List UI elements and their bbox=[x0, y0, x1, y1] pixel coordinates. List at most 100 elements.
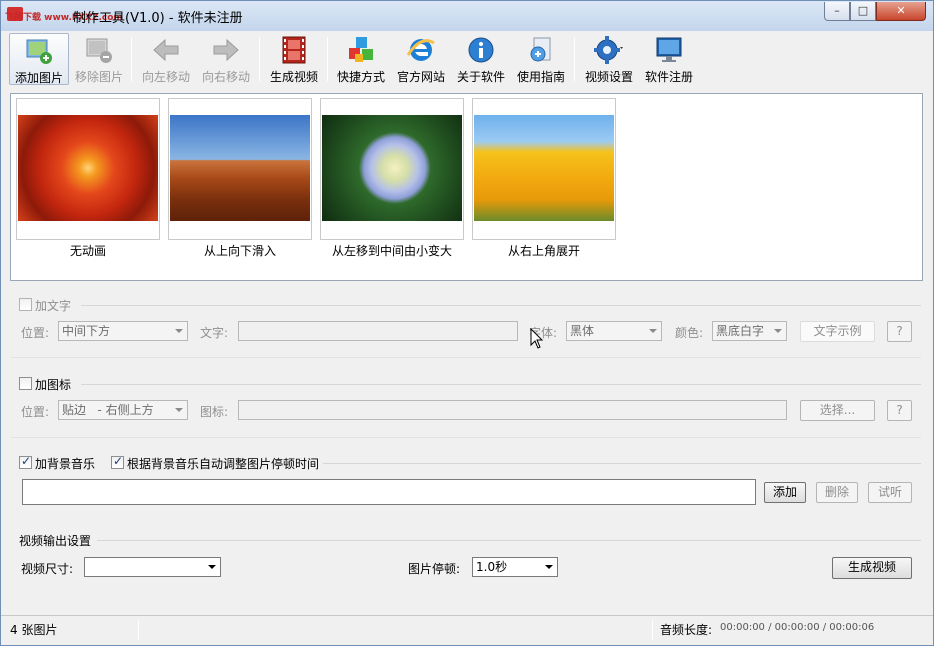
font-value: 黑体 bbox=[570, 324, 595, 338]
image-count-status: 4 张图片 bbox=[10, 623, 58, 637]
register-button[interactable]: 软件注册 bbox=[641, 33, 697, 85]
about-button[interactable]: 关于软件 bbox=[453, 33, 509, 85]
generate-video-button[interactable]: 生成视频 bbox=[265, 33, 323, 85]
image-pause-label: 图片停顿: bbox=[408, 562, 461, 576]
hydrangea-image bbox=[322, 115, 462, 221]
auto-adjust-checkbox[interactable] bbox=[111, 454, 124, 469]
minimize-button[interactable]: – bbox=[824, 2, 850, 21]
title-bar[interactable]: 飞翔下载 www.FXXZ.com 制作工具(V1.0) - 软件未注册 – □… bbox=[1, 1, 933, 31]
generate-video-label: 生成视频 bbox=[269, 70, 318, 84]
guide-label: 使用指南 bbox=[516, 70, 565, 84]
remove-image-button[interactable]: 移除图片 bbox=[71, 33, 127, 85]
window-title: 制作工具(V1.0) - 软件未注册 bbox=[73, 11, 243, 26]
chevron-down-icon bbox=[175, 329, 183, 333]
remove-image-icon bbox=[84, 35, 114, 65]
desert-image bbox=[170, 115, 310, 221]
text-content-input[interactable] bbox=[238, 321, 518, 341]
guide-button[interactable]: 使用指南 bbox=[513, 33, 569, 85]
group-divider bbox=[97, 540, 921, 541]
auto-adjust-label: 根据背景音乐自动调整图片停顿时间 bbox=[127, 457, 320, 471]
close-button[interactable]: ✕ bbox=[876, 2, 926, 21]
icon-position-label: 位置: bbox=[21, 405, 50, 419]
text-sample-button[interactable]: 文字示例 bbox=[800, 321, 875, 342]
thumbnail-card[interactable] bbox=[168, 98, 312, 240]
thumbnail-card[interactable] bbox=[320, 98, 464, 240]
cubes-icon bbox=[346, 35, 376, 65]
text-position-label: 位置: bbox=[21, 326, 50, 340]
shortcut-button[interactable]: 快捷方式 bbox=[333, 33, 389, 85]
register-label: 软件注册 bbox=[644, 70, 693, 84]
icon-position-select[interactable]: 贴边 - 右侧上方 bbox=[58, 400, 188, 420]
generate-video-bottom-button[interactable]: 生成视频 bbox=[832, 557, 912, 579]
text-content-label: 文字: bbox=[200, 326, 229, 340]
website-label: 官方网站 bbox=[396, 70, 445, 84]
music-path-input[interactable] bbox=[22, 479, 756, 505]
add-image-label: 添加图片 bbox=[14, 71, 63, 85]
chevron-down-icon bbox=[774, 329, 782, 333]
text-position-value: 中间下方 bbox=[62, 324, 111, 338]
image-gallery[interactable]: 无动画 从上向下滑入 从左移到中间由小变大 从右上角展开 bbox=[10, 93, 923, 281]
group-divider bbox=[323, 463, 921, 464]
thumbnail-caption: 从左移到中间由小变大 bbox=[331, 244, 452, 258]
section-divider bbox=[11, 437, 921, 438]
image-pause-select[interactable]: 1.0秒 bbox=[472, 557, 558, 577]
guide-icon bbox=[526, 35, 556, 65]
icon-file-label: 图标: bbox=[200, 405, 229, 419]
add-music-button[interactable]: 添加 bbox=[764, 482, 806, 503]
font-select[interactable]: 黑体 bbox=[566, 321, 662, 341]
thumbnail-card[interactable] bbox=[472, 98, 616, 240]
film-icon bbox=[279, 35, 309, 65]
text-help-button[interactable]: ? bbox=[887, 321, 912, 342]
chrysanthemum-image bbox=[18, 115, 158, 221]
video-size-select[interactable] bbox=[84, 557, 221, 577]
about-label: 关于软件 bbox=[456, 70, 505, 84]
add-icon-checkbox[interactable] bbox=[19, 377, 32, 390]
add-icon-label: 加图标 bbox=[35, 378, 72, 392]
add-text-checkbox[interactable] bbox=[19, 298, 32, 311]
image-pause-value: 1.0秒 bbox=[476, 560, 508, 574]
ie-icon bbox=[406, 35, 436, 65]
add-image-icon bbox=[24, 36, 54, 66]
text-position-select[interactable]: 中间下方 bbox=[58, 321, 188, 341]
status-bar: 4 张图片 音频长度: 00:00:00 / 00:00:00 / 00:00:… bbox=[1, 615, 933, 645]
chevron-down-icon bbox=[175, 408, 183, 412]
thumbnail-caption: 从上向下滑入 bbox=[203, 244, 276, 258]
video-settings-label: 视频设置 bbox=[584, 70, 633, 84]
output-settings-heading: 视频输出设置 bbox=[19, 534, 92, 548]
shortcut-label: 快捷方式 bbox=[336, 70, 385, 84]
status-separator bbox=[652, 620, 653, 640]
toolbar-separator bbox=[574, 37, 575, 81]
icon-help-button[interactable]: ? bbox=[887, 400, 912, 421]
maximize-button[interactable]: □ bbox=[850, 2, 876, 21]
gear-icon bbox=[594, 35, 624, 65]
audio-length-label: 音频长度: bbox=[660, 623, 713, 637]
icon-file-input[interactable] bbox=[238, 400, 787, 420]
move-left-button[interactable]: 向左移动 bbox=[137, 33, 195, 85]
color-select[interactable]: 黑底白字 bbox=[712, 321, 787, 341]
group-divider bbox=[81, 384, 921, 385]
chevron-down-icon bbox=[545, 565, 553, 569]
delete-music-button[interactable]: 删除 bbox=[816, 482, 858, 503]
preview-music-button[interactable]: 试听 bbox=[868, 482, 912, 503]
thumbnail-caption: 无动画 bbox=[69, 244, 106, 258]
chevron-down-icon bbox=[208, 565, 216, 569]
remove-image-label: 移除图片 bbox=[74, 70, 123, 84]
main-window: 飞翔下载 www.FXXZ.com 制作工具(V1.0) - 软件未注册 – □… bbox=[0, 0, 934, 646]
add-image-button[interactable]: 添加图片 bbox=[9, 33, 69, 85]
thumbnail-card[interactable] bbox=[16, 98, 160, 240]
toolbar-separator bbox=[259, 37, 260, 81]
add-music-checkbox[interactable] bbox=[19, 454, 32, 469]
website-button[interactable]: 官方网站 bbox=[393, 33, 449, 85]
video-size-label: 视频尺寸: bbox=[21, 562, 74, 576]
video-settings-button[interactable]: 视频设置 bbox=[581, 33, 637, 85]
thumbnail-caption: 从右上角展开 bbox=[507, 244, 580, 258]
color-label: 颜色: bbox=[675, 326, 704, 340]
arrow-left-icon bbox=[151, 35, 181, 65]
group-divider bbox=[81, 305, 921, 306]
select-icon-button[interactable]: 选择... bbox=[800, 400, 875, 421]
audio-length-value: 00:00:00 / 00:00:00 / 00:00:06 bbox=[720, 622, 875, 633]
icon-position-value: 贴边 - 右侧上方 bbox=[62, 403, 154, 417]
move-right-button[interactable]: 向右移动 bbox=[197, 33, 255, 85]
add-text-label: 加文字 bbox=[35, 299, 72, 313]
info-icon bbox=[466, 35, 496, 65]
